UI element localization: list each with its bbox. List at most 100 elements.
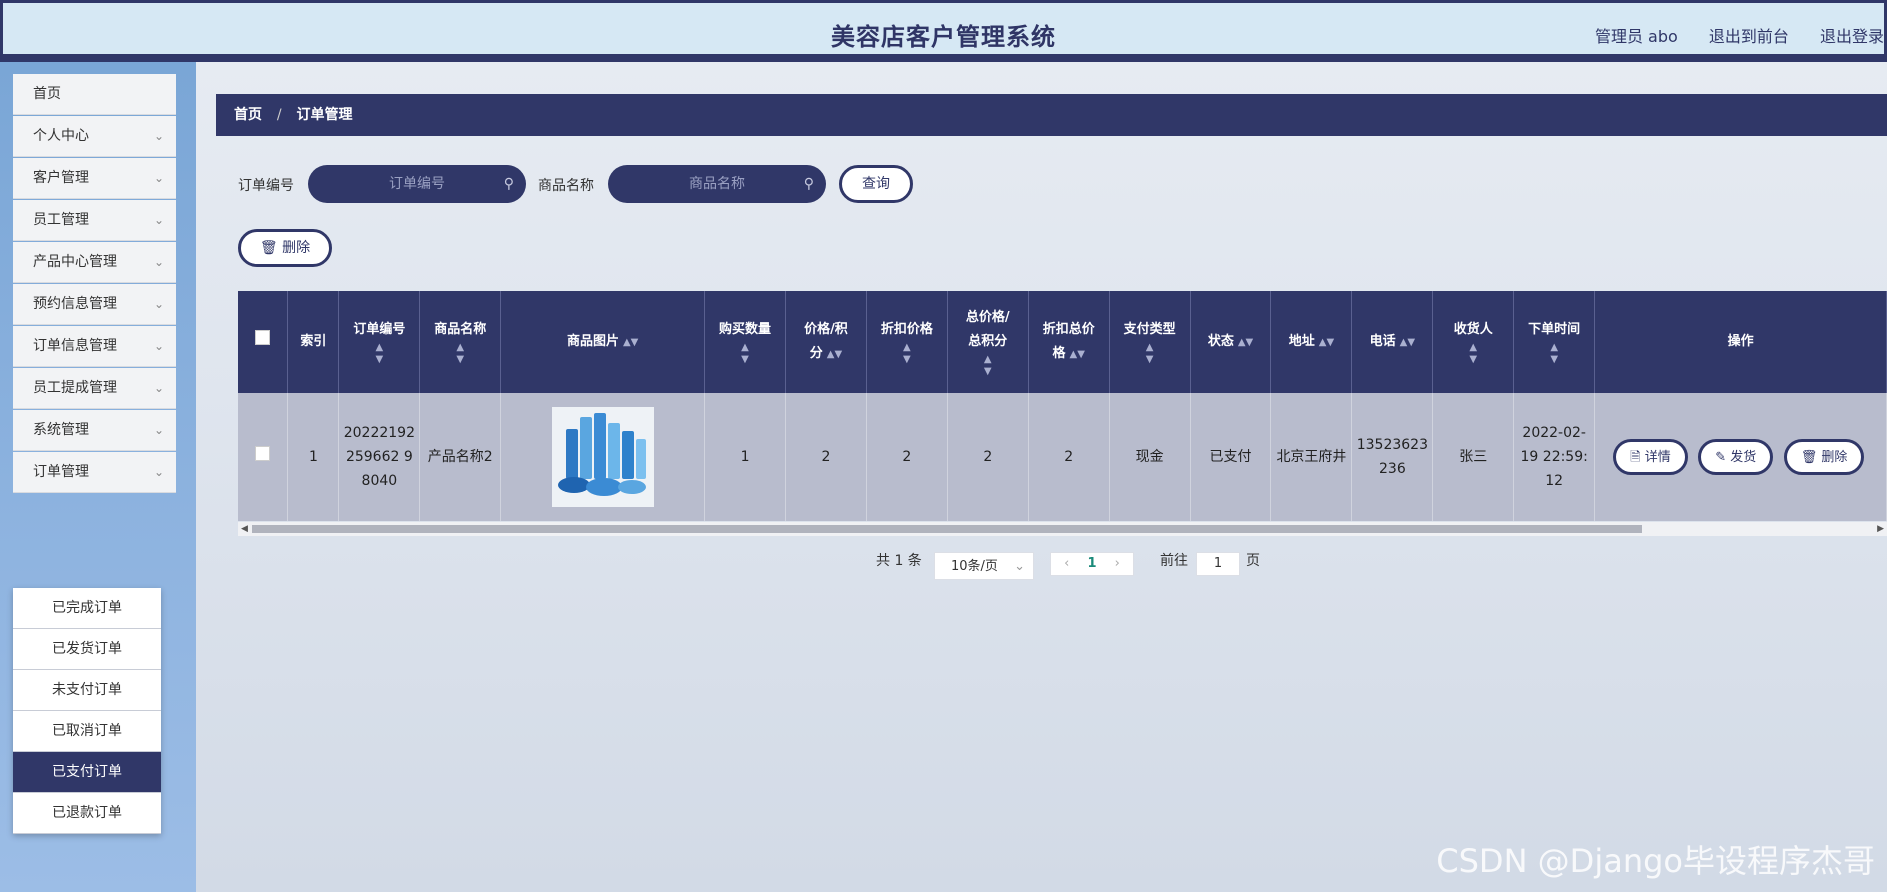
- sort-icon[interactable]: ▲▼: [1319, 337, 1334, 348]
- scrollbar-thumb[interactable]: [252, 525, 1642, 533]
- header-order-no[interactable]: 订单编号 ▲ ▼: [338, 291, 421, 393]
- prev-page-icon[interactable]: ‹: [1064, 556, 1069, 571]
- header-address[interactable]: 地址 ▲▼: [1270, 291, 1353, 393]
- scroll-right-icon[interactable]: ▶: [1877, 522, 1884, 536]
- sort-icon[interactable]: ▲▼: [952, 354, 1024, 378]
- header-actions: 管理员 abo 退出到前台 退出登录: [1569, 23, 1884, 47]
- chevron-down-icon: ⌄: [153, 255, 164, 269]
- submenu-item-completed[interactable]: 已完成订单: [13, 588, 161, 629]
- row-checkbox[interactable]: [255, 446, 271, 461]
- sort-icon[interactable]: ▲▼: [623, 337, 638, 348]
- sort-icon[interactable]: ▲▼: [1070, 349, 1085, 360]
- sidebar-item-home[interactable]: 首页: [13, 74, 176, 115]
- cell-price: 2: [785, 393, 867, 521]
- cell-order-no: 20222192259662 98040: [338, 393, 421, 521]
- chevron-down-icon: ⌄: [153, 213, 164, 227]
- page-size-select[interactable]: 10条/页 ⌄: [934, 552, 1034, 580]
- page-size-value: 10条/页: [951, 559, 998, 574]
- header-total[interactable]: 总价格/总积分 ▲ ▼: [947, 291, 1029, 393]
- batch-delete-button[interactable]: 🗑 删除: [238, 229, 332, 267]
- sort-icon[interactable]: ▲▼: [1238, 337, 1253, 348]
- order-no-input[interactable]: 订单编号 ⚲: [308, 165, 526, 203]
- exit-to-front-link[interactable]: 退出到前台: [1709, 27, 1789, 46]
- breadcrumb-separator: /: [276, 107, 282, 123]
- select-all-checkbox[interactable]: [255, 330, 271, 345]
- sidebar-item-employees[interactable]: 员工管理 ⌄: [13, 200, 176, 241]
- sidebar-item-label: 员工管理: [33, 212, 89, 228]
- scroll-left-icon[interactable]: ◀: [241, 522, 248, 536]
- chevron-down-icon: ⌄: [153, 171, 164, 185]
- chevron-down-icon: ⌄: [153, 339, 164, 353]
- sidebar-item-order-info[interactable]: 订单信息管理 ⌄: [13, 326, 176, 367]
- sidebar-item-commission[interactable]: 员工提成管理 ⌄: [13, 368, 176, 409]
- header-label: 电话: [1369, 333, 1396, 349]
- sort-icon[interactable]: ▲▼: [1518, 342, 1590, 366]
- breadcrumb-current: 订单管理: [296, 107, 353, 123]
- horizontal-scrollbar[interactable]: ◀ ▶: [238, 522, 1887, 536]
- submenu-item-cancelled[interactable]: 已取消订单: [13, 711, 161, 752]
- submenu-item-paid[interactable]: 已支付订单: [13, 752, 161, 793]
- edit-icon: ✎: [1715, 450, 1727, 465]
- sort-icon[interactable]: ▲▼: [1114, 342, 1186, 366]
- cell-receiver: 张三: [1432, 393, 1515, 521]
- sidebar-item-label: 个人中心: [33, 128, 89, 144]
- submenu-item-shipped[interactable]: 已发货订单: [13, 629, 161, 670]
- header-order-time[interactable]: 下单时间 ▲ ▼: [1513, 291, 1596, 393]
- trash-icon: 🗑: [259, 240, 278, 256]
- header-label: 订单编号: [353, 322, 406, 337]
- header-label: 商品名称: [434, 322, 487, 337]
- header-quantity[interactable]: 购买数量 ▲ ▼: [704, 291, 786, 393]
- product-image[interactable]: [551, 407, 654, 507]
- row-select-cell: [238, 393, 289, 521]
- sidebar-item-personal-center[interactable]: 个人中心 ⌄: [13, 116, 176, 157]
- sort-icon[interactable]: ▲▼: [871, 342, 943, 366]
- header-label: 地址: [1288, 333, 1315, 349]
- header-price[interactable]: 价格/积分 ▲▼: [785, 291, 867, 393]
- sidebar-item-label: 订单信息管理: [33, 338, 117, 354]
- sidebar-item-label: 首页: [33, 86, 61, 102]
- header-status[interactable]: 状态 ▲▼: [1190, 291, 1272, 393]
- sidebar: 首页 个人中心 ⌄ 客户管理 ⌄ 员工管理 ⌄ 产品中心管理 ⌄ 预约信息管理 …: [0, 62, 196, 892]
- submenu-item-unpaid[interactable]: 未支付订单: [13, 670, 161, 711]
- header-phone[interactable]: 电话 ▲▼: [1351, 291, 1434, 393]
- sort-icon[interactable]: ▲▼: [343, 342, 415, 366]
- sort-icon[interactable]: ▲▼: [424, 342, 496, 366]
- sidebar-item-orders[interactable]: 订单管理 ⌄: [13, 452, 176, 493]
- cell-discount-total: 2: [1028, 393, 1110, 521]
- current-page[interactable]: 1: [1087, 556, 1096, 571]
- header-discount-total[interactable]: 折扣总价格 ▲▼: [1028, 291, 1110, 393]
- chevron-down-icon: ⌄: [153, 465, 164, 479]
- sort-icon[interactable]: ▲▼: [1437, 342, 1509, 366]
- header-product-image[interactable]: 商品图片 ▲▼: [500, 291, 706, 393]
- sidebar-item-system[interactable]: 系统管理 ⌄: [13, 410, 176, 451]
- submenu-item-refunded[interactable]: 已退款订单: [13, 793, 161, 834]
- row-delete-button[interactable]: 🗑 删除: [1783, 439, 1865, 475]
- sort-icon[interactable]: ▲▼: [1400, 337, 1415, 348]
- row-delete-label: 删除: [1821, 450, 1848, 465]
- query-button[interactable]: 查询: [839, 165, 913, 203]
- sort-icon[interactable]: ▲▼: [709, 342, 781, 366]
- header-pay-type[interactable]: 支付类型 ▲ ▼: [1109, 291, 1191, 393]
- next-page-icon[interactable]: ›: [1115, 556, 1120, 571]
- ship-button[interactable]: ✎ 发货: [1698, 439, 1774, 475]
- cell-phone: 13523623236: [1351, 393, 1434, 521]
- sidebar-item-customers[interactable]: 客户管理 ⌄: [13, 158, 176, 199]
- sort-icon[interactable]: ▲▼: [827, 349, 842, 360]
- trash-icon: 🗑: [1800, 450, 1818, 465]
- detail-button[interactable]: 🗎 详情: [1613, 439, 1688, 475]
- detail-label: 详情: [1644, 450, 1671, 465]
- sidebar-item-products[interactable]: 产品中心管理 ⌄: [13, 242, 176, 283]
- header-discount-price[interactable]: 折扣价格 ▲ ▼: [866, 291, 948, 393]
- header-index: 索引: [287, 291, 340, 393]
- header-product-name[interactable]: 商品名称 ▲ ▼: [419, 291, 502, 393]
- header-receiver[interactable]: 收货人 ▲ ▼: [1432, 291, 1515, 393]
- sidebar-item-label: 客户管理: [33, 170, 89, 186]
- logout-link[interactable]: 退出登录: [1820, 27, 1884, 46]
- sidebar-item-appointments[interactable]: 预约信息管理 ⌄: [13, 284, 176, 325]
- product-name-input[interactable]: 商品名称 ⚲: [608, 165, 826, 203]
- order-no-label: 订单编号: [238, 178, 294, 194]
- cell-order-time: 2022-02-19 22:59:12: [1513, 393, 1596, 521]
- breadcrumb-home[interactable]: 首页: [234, 107, 262, 123]
- goto-page-input[interactable]: 1: [1196, 552, 1240, 576]
- select-all-cell: [238, 291, 289, 393]
